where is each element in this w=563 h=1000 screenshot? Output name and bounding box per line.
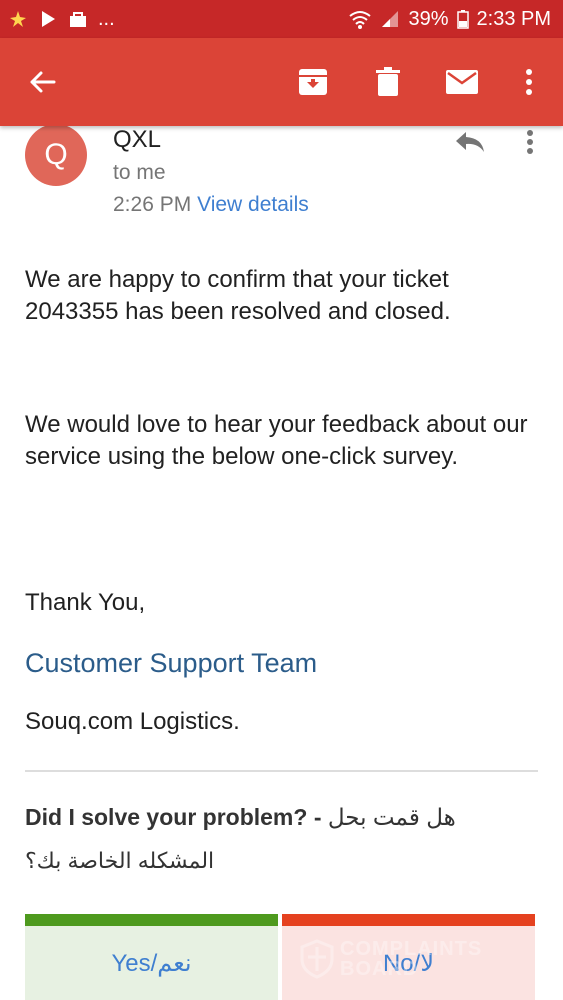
email-time: 2:26 PM — [113, 193, 192, 216]
shield-icon — [300, 939, 334, 979]
trash-icon — [376, 67, 400, 96]
more-vert-icon — [527, 130, 533, 154]
paragraph-feedback: We would love to hear your feedback abou… — [25, 411, 528, 470]
survey-question-ar-line2: المشكله الخاصة بك؟ — [25, 848, 215, 873]
survey-question-ar: هل قمت بحل — [327, 804, 456, 830]
survey-question-en: Did I solve your problem? - — [25, 804, 322, 830]
reply-button[interactable] — [448, 126, 492, 162]
watermark-line2: BOARD — [340, 958, 419, 980]
team-signature: Customer Support Team — [25, 648, 318, 678]
battery-icon — [456, 10, 469, 29]
mail-icon — [446, 70, 478, 94]
reply-icon — [456, 132, 484, 152]
status-left: ... — [8, 8, 115, 31]
thanks-text: Thank You, — [25, 589, 146, 616]
status-bar: ... 39% 2:33 PM — [0, 0, 563, 38]
survey-question: Did I solve your problem? - هل قمت بحل — [25, 804, 456, 831]
mark-unread-button[interactable] — [440, 60, 484, 104]
paragraph-confirmation: We are happy to confirm that your ticket… — [25, 266, 451, 325]
archive-button[interactable] — [291, 60, 335, 104]
back-button[interactable] — [20, 60, 64, 104]
more-notifications: ... — [98, 7, 115, 30]
archive-icon — [299, 69, 327, 95]
sender-name: QXL — [113, 126, 162, 153]
signal-icon — [382, 11, 399, 27]
back-arrow-icon — [30, 71, 56, 93]
battery-level: 39% — [408, 7, 449, 30]
message-more-button[interactable] — [512, 126, 548, 162]
shopping-icon — [70, 12, 86, 27]
vote-yes-button[interactable]: Yes/نعم — [25, 914, 278, 1000]
wifi-icon — [349, 11, 372, 29]
vote-yes-label: Yes/نعم — [111, 949, 192, 977]
watermark: COMPLAINTS BOARD — [300, 934, 530, 984]
play-store-icon — [42, 11, 55, 27]
divider — [25, 770, 538, 772]
avatar-letter: Q — [44, 138, 68, 171]
app-bar — [0, 38, 563, 126]
more-options-button[interactable] — [507, 60, 551, 104]
app-notification-icon — [10, 11, 26, 27]
clock: 2:33 PM — [476, 7, 551, 30]
email-meta: 2:26 PM View details — [113, 193, 309, 217]
more-vert-icon — [526, 69, 532, 95]
company-name: Souq.com Logistics. — [25, 708, 240, 735]
status-right: 39% 2:33 PM — [348, 8, 551, 31]
recipient-label: to me — [113, 161, 166, 184]
watermark-line1: COMPLAINTS — [340, 938, 483, 960]
delete-button[interactable] — [366, 60, 410, 104]
email-content: Q QXL to me 2:26 PM View details We are … — [0, 126, 563, 1000]
sender-avatar[interactable]: Q — [25, 126, 87, 186]
view-details-link[interactable]: View details — [197, 193, 309, 216]
